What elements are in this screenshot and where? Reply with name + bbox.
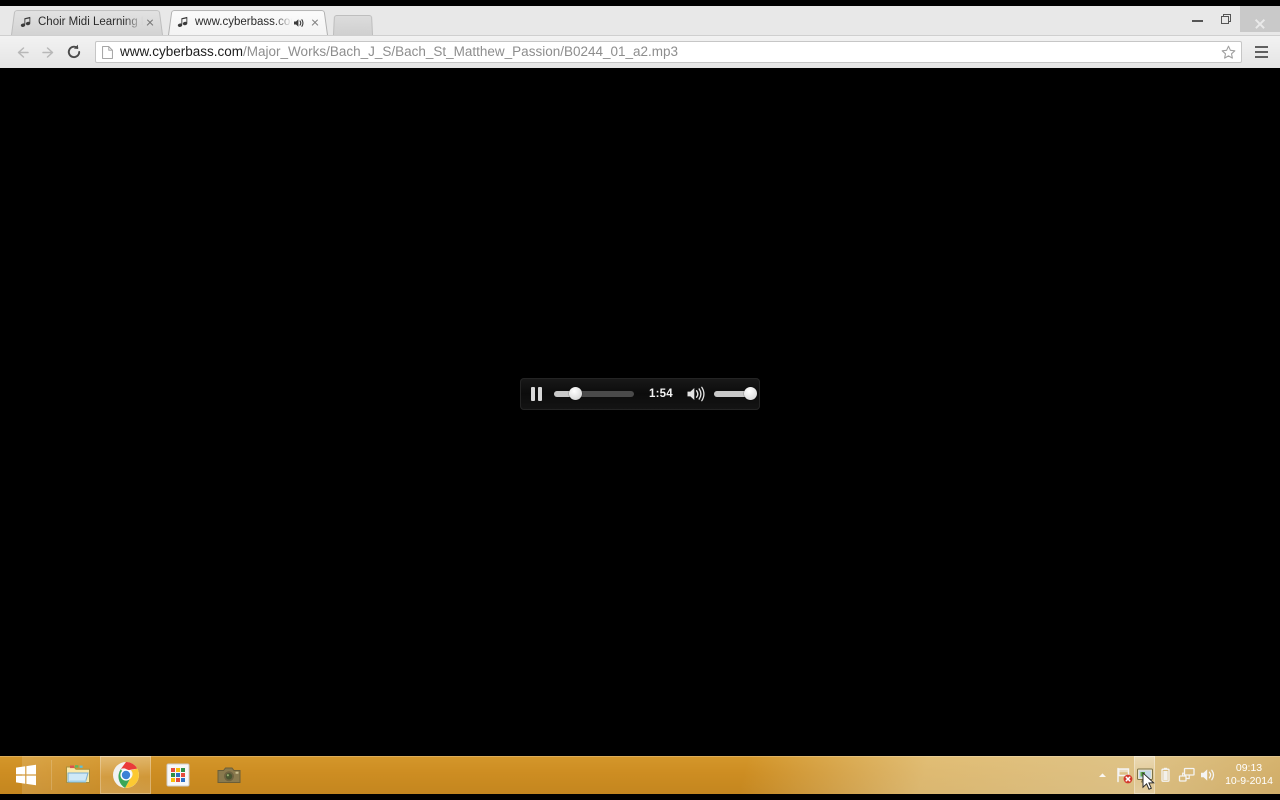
tab-close-icon[interactable] <box>308 15 322 29</box>
hamburger-line <box>1255 51 1268 53</box>
hamburger-line <box>1255 55 1268 58</box>
windows-taskbar: 09:13 10-9-2014 <box>0 756 1280 794</box>
browser-tab-cyberbass[interactable]: www.cyberbass.com/M <box>168 9 328 35</box>
address-bar[interactable]: www.cyberbass.com/Major_Works/Bach_J_S/B… <box>95 41 1242 63</box>
reload-button[interactable] <box>61 39 87 65</box>
url-host: www.cyberbass.com <box>120 44 244 59</box>
current-time-label: 1:54 <box>649 388 673 400</box>
tab-title: Choir Midi Learning Files - <box>38 16 143 28</box>
speaker-on-icon[interactable] <box>686 385 706 403</box>
back-button[interactable] <box>9 39 35 65</box>
seek-thumb[interactable] <box>569 387 583 400</box>
tray-overflow-chevron-up-icon[interactable] <box>1092 756 1113 794</box>
pause-bar <box>530 387 535 401</box>
pause-bar <box>537 387 542 401</box>
volume-thumb[interactable] <box>744 387 758 400</box>
url-path: /Major_Works/Bach_J_S/Bach_St_Matthew_Pa… <box>243 44 679 59</box>
volume-icon[interactable] <box>1197 756 1218 794</box>
clock-date: 10-9-2014 <box>1225 775 1273 787</box>
document-icon <box>102 45 113 59</box>
taskbar-camera-icon[interactable] <box>203 756 254 794</box>
desktop-bottom-edge <box>0 794 1280 800</box>
taskbar-file-explorer-icon[interactable] <box>52 756 103 794</box>
chrome-menu-button[interactable] <box>1248 39 1275 65</box>
audio-player: 1:54 <box>520 378 760 410</box>
clock-time: 09:13 <box>1235 762 1263 774</box>
network-icon[interactable] <box>1176 756 1197 794</box>
minimize-button[interactable] <box>1182 6 1211 32</box>
volume-slider[interactable] <box>713 387 758 400</box>
taskbar-clock[interactable]: 09:13 10-9-2014 <box>1218 756 1280 794</box>
windows-start-icon[interactable] <box>0 756 51 794</box>
taskbar-google-chrome-icon[interactable] <box>100 756 151 794</box>
taskbar-store-grid-icon[interactable] <box>152 756 203 794</box>
battery-icon[interactable] <box>1155 756 1176 794</box>
music-note-icon <box>20 16 33 29</box>
tab-strip: Choir Midi Learning Files - www.cyberbas… <box>0 6 1280 35</box>
display-settings-icon[interactable] <box>1134 756 1155 794</box>
close-window-button[interactable] <box>1240 6 1280 32</box>
browser-tab-choir-midi[interactable]: Choir Midi Learning Files - <box>11 9 163 35</box>
page-content-area: 1:54 <box>0 68 1280 752</box>
action-center-flag-icon[interactable] <box>1113 756 1134 794</box>
seek-slider[interactable] <box>554 387 634 400</box>
pause-icon[interactable] <box>522 378 550 410</box>
hamburger-line <box>1255 46 1268 49</box>
new-tab-button[interactable] <box>333 15 373 35</box>
music-note-icon <box>177 16 190 29</box>
forward-button[interactable] <box>35 39 61 65</box>
bookmark-star-icon[interactable] <box>1220 44 1237 61</box>
tab-audio-playing-icon[interactable] <box>293 16 305 28</box>
maximize-restore-button[interactable] <box>1211 6 1240 32</box>
tab-title: www.cyberbass.com/M <box>195 16 292 28</box>
system-tray: 09:13 10-9-2014 <box>1092 756 1280 794</box>
window-controls <box>1182 6 1280 32</box>
tab-close-icon[interactable] <box>143 15 157 29</box>
url-text: www.cyberbass.com/Major_Works/Bach_J_S/B… <box>120 44 678 60</box>
chrome-browser-window: Choir Midi Learning Files - www.cyberbas… <box>0 6 1280 68</box>
browser-toolbar: www.cyberbass.com/Major_Works/Bach_J_S/B… <box>0 35 1280 68</box>
